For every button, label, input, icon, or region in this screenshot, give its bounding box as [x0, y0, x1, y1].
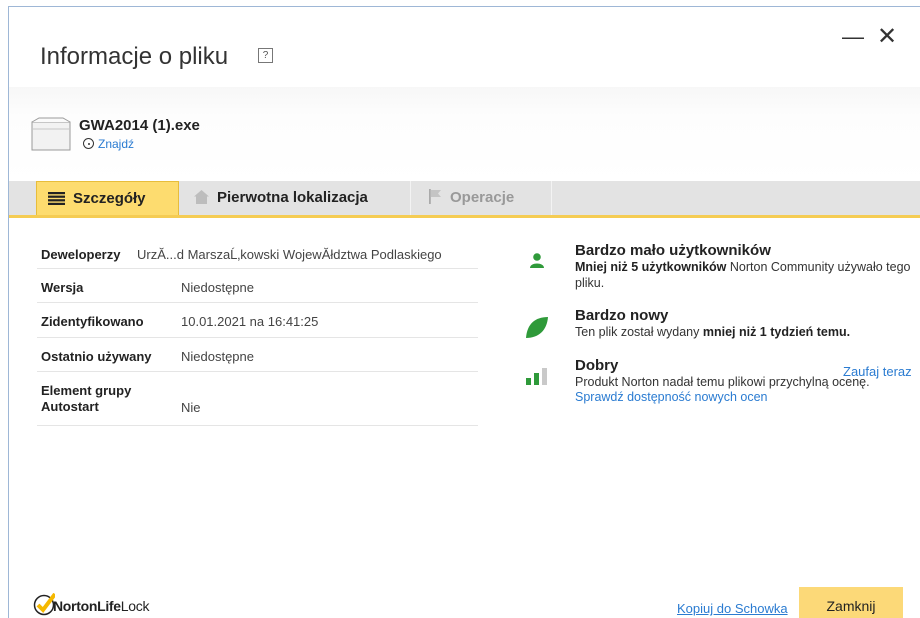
- detail-value: 10.01.2021 na 16:41:25: [181, 314, 319, 329]
- detail-label: Wersja: [41, 280, 84, 295]
- tab-location-label: Pierwotna lokalizacja: [217, 189, 368, 206]
- file-name: GWA2014 (1).exe: [79, 117, 200, 134]
- age-heading: Bardzo nowy: [575, 307, 669, 324]
- users-text: Mniej niż 5 użytkowników Norton Communit…: [575, 260, 911, 290]
- package-icon: [31, 117, 71, 151]
- detail-value: Niedostępne: [181, 349, 254, 364]
- help-icon[interactable]: ?: [258, 48, 273, 63]
- norton-check-icon: [33, 593, 55, 616]
- age-info: Bardzo nowy Ten plik został wydany mniej…: [575, 307, 915, 340]
- tab-original-location[interactable]: Pierwotna lokalizacja: [180, 181, 411, 215]
- title-bar: Informacje o pliku ? — ✕: [9, 7, 920, 87]
- tab-operations[interactable]: Operacje: [411, 181, 552, 215]
- users-heading: Bardzo mało użytkowników: [575, 242, 771, 259]
- trust-now-link[interactable]: Zaufaj teraz: [843, 364, 912, 379]
- file-info-window: Informacje o pliku ? — ✕ GWA2014 (1).exe…: [8, 6, 920, 618]
- norton-lifelock-logo: NortonLifeLock: [53, 598, 150, 614]
- age-text: Ten plik został wydany mniej niż 1 tydzi…: [575, 325, 851, 339]
- list-icon: [48, 192, 65, 205]
- detail-row-developers: Deweloperzy UrzĂ...d MarszaĹ‚kowski Woje…: [37, 234, 478, 269]
- detail-row-version: Wersja Niedostępne: [37, 269, 478, 303]
- window-title: Informacje o pliku: [40, 43, 229, 70]
- tab-operations-label: Operacje: [450, 189, 515, 206]
- detail-value: Nie: [181, 400, 201, 415]
- find-label: Znajdź: [98, 137, 135, 151]
- details-table: Deweloperzy UrzĂ...d MarszaĹ‚kowski Woje…: [37, 234, 478, 426]
- leaf-icon: [526, 317, 548, 338]
- detail-label: Zidentyfikowano: [41, 314, 144, 329]
- user-icon: [530, 253, 544, 268]
- users-info: Bardzo mało użytkowników Mniej niż 5 uży…: [575, 242, 915, 291]
- detail-value: UrzĂ...d MarszaĹ‚kowski WojewĂłdztwa Pod…: [137, 247, 442, 262]
- detail-row-identified: Zidentyfikowano 10.01.2021 na 16:41:25: [37, 303, 478, 338]
- find-link[interactable]: Znajdź: [83, 137, 134, 151]
- close-button[interactable]: Zamknij: [799, 587, 903, 618]
- detail-row-last-used: Ostatnio używany Niedostępne: [37, 338, 478, 372]
- check-ratings-link[interactable]: Sprawdź dostępność nowych ocen: [575, 390, 915, 404]
- crosshair-icon: [83, 138, 94, 149]
- flag-icon: [429, 189, 441, 204]
- detail-label: Element grupy Autostart: [41, 383, 132, 414]
- copy-to-clipboard-link[interactable]: Kopiuj do Schowka: [677, 601, 788, 616]
- detail-row-autostart: Element grupy Autostart Nie: [37, 372, 478, 426]
- home-icon: [194, 190, 209, 204]
- tab-details[interactable]: Szczegóły: [36, 181, 179, 215]
- detail-label: Ostatnio używany: [41, 349, 152, 364]
- signal-bars-icon: [526, 368, 547, 385]
- tab-bar: Szczegóły Pierwotna lokalizacja Operacje: [9, 181, 920, 218]
- close-icon[interactable]: ✕: [875, 25, 899, 49]
- detail-value: Niedostępne: [181, 280, 254, 295]
- minimize-button[interactable]: —: [841, 25, 865, 49]
- tab-details-label: Szczegóły: [73, 190, 146, 207]
- detail-label: Deweloperzy: [41, 247, 121, 262]
- file-header: GWA2014 (1).exe Znajdź: [9, 87, 920, 183]
